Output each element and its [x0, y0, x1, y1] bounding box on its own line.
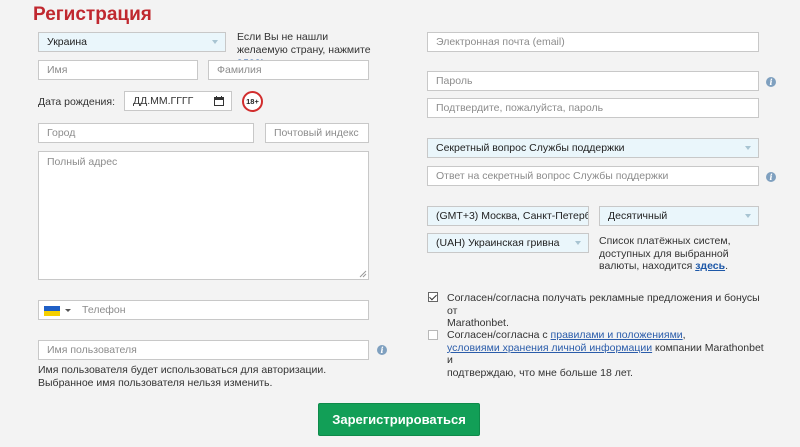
payments-note-line3: валюты, находится здесь. [599, 260, 759, 273]
promo-line1: Согласен/согласна получать рекламные пре… [447, 292, 760, 317]
username-hint-line1: Имя пользователя будет использоваться дл… [38, 364, 327, 376]
info-icon[interactable]: i [766, 172, 776, 182]
password-input[interactable]: Пароль [427, 71, 759, 91]
timezone-value: (GMT+3) Москва, Санкт-Петербург [436, 210, 589, 222]
last-name-placeholder: Фамилия [217, 64, 262, 76]
promo-line2: Marathonbet. [447, 317, 509, 329]
email-input[interactable]: Электронная почта (email) [427, 32, 759, 52]
info-icon[interactable]: i [377, 345, 387, 355]
password-confirm-placeholder: Подтвердите, пожалуйста, пароль [436, 102, 604, 114]
age-restriction-badge: 18+ [242, 91, 263, 112]
odds-format-select[interactable]: Десятичный [599, 206, 759, 226]
terms-checkbox[interactable] [428, 330, 438, 340]
city-input[interactable]: Город [38, 123, 254, 143]
chevron-down-icon [745, 214, 751, 218]
terms-line2: условиями хранения личной информации ком… [447, 342, 767, 367]
birthdate-input[interactable]: ДД.ММ.ГГГГ [124, 91, 232, 111]
secret-answer-placeholder: Ответ на секретный вопрос Службы поддерж… [436, 170, 669, 182]
payments-note-link[interactable]: здесь [695, 260, 725, 272]
resize-handle-icon[interactable] [359, 270, 367, 278]
password-confirm-input[interactable]: Подтвердите, пожалуйста, пароль [427, 98, 759, 118]
secret-question-select[interactable]: Секретный вопрос Службы поддержки [427, 138, 759, 158]
birthdate-placeholder: ДД.ММ.ГГГГ [133, 95, 194, 107]
page-title: Регистрация [33, 4, 152, 25]
chevron-down-icon [745, 146, 751, 150]
email-placeholder: Электронная почта (email) [436, 36, 565, 48]
phone-placeholder: Телефон [82, 304, 126, 316]
username-hint: Имя пользователя будет использоваться дл… [38, 364, 326, 389]
birthdate-label: Дата рождения: [38, 96, 115, 108]
country-select[interactable]: Украина [38, 32, 226, 52]
postcode-placeholder: Почтовый индекс [274, 127, 359, 139]
postcode-input[interactable]: Почтовый индекс [265, 123, 369, 143]
ukraine-flag-icon[interactable] [44, 306, 60, 316]
payments-note-line1: Список платёжных систем, [599, 235, 731, 247]
calendar-icon[interactable] [214, 96, 224, 106]
register-button[interactable]: Зарегистрироваться [318, 403, 480, 436]
chevron-down-icon[interactable] [65, 309, 71, 312]
username-input[interactable]: Имя пользователя [38, 340, 369, 360]
promo-checkbox-label: Согласен/согласна получать рекламные пре… [447, 292, 767, 330]
chevron-down-icon [575, 241, 581, 245]
payments-note-period: . [725, 260, 728, 272]
address-textarea[interactable]: Полный адрес [38, 151, 369, 280]
country-select-value: Украина [47, 36, 87, 48]
currency-value: (UAH) Украинская гривна [436, 237, 560, 249]
password-placeholder: Пароль [436, 75, 473, 87]
terms-rules-link[interactable]: правилами и положениями [551, 329, 683, 341]
last-name-input[interactable]: Фамилия [208, 60, 369, 80]
promo-checkbox[interactable] [428, 292, 438, 302]
payments-note-line3-text: валюты, находится [599, 260, 696, 272]
terms-line3: подтверждаю, что мне больше 18 лет. [447, 366, 633, 379]
username-placeholder: Имя пользователя [47, 344, 137, 356]
first-name-placeholder: Имя [47, 64, 68, 76]
terms-comma: , [682, 329, 686, 341]
address-placeholder: Полный адрес [47, 156, 118, 168]
terms-checkbox-label: Согласен/согласна с правилами и положени… [447, 329, 767, 379]
secret-question-value: Секретный вопрос Службы поддержки [436, 142, 625, 154]
terms-line1: Согласен/согласна с правилами и положени… [447, 329, 767, 342]
secret-answer-input[interactable]: Ответ на секретный вопрос Службы поддерж… [427, 166, 759, 186]
phone-input[interactable]: Телефон [38, 300, 369, 320]
timezone-select[interactable]: (GMT+3) Москва, Санкт-Петербург [427, 206, 589, 226]
country-note-text: Если Вы не нашли желаемую страну, нажмит… [237, 31, 371, 56]
info-icon[interactable]: i [766, 77, 776, 87]
chevron-down-icon [212, 40, 218, 44]
payments-note: Список платёжных систем, доступных для в… [599, 235, 759, 273]
username-hint-line2: Выбранное имя пользователя нельзя измени… [38, 376, 273, 389]
odds-format-value: Десятичный [608, 210, 668, 222]
terms-text-start: Согласен/согласна с [447, 329, 551, 341]
currency-select[interactable]: (UAH) Украинская гривна [427, 233, 589, 253]
payments-note-line2: доступных для выбранной [599, 247, 729, 260]
first-name-input[interactable]: Имя [38, 60, 198, 80]
city-placeholder: Город [47, 127, 76, 139]
terms-privacy-link[interactable]: условиями хранения личной информации [447, 342, 652, 354]
